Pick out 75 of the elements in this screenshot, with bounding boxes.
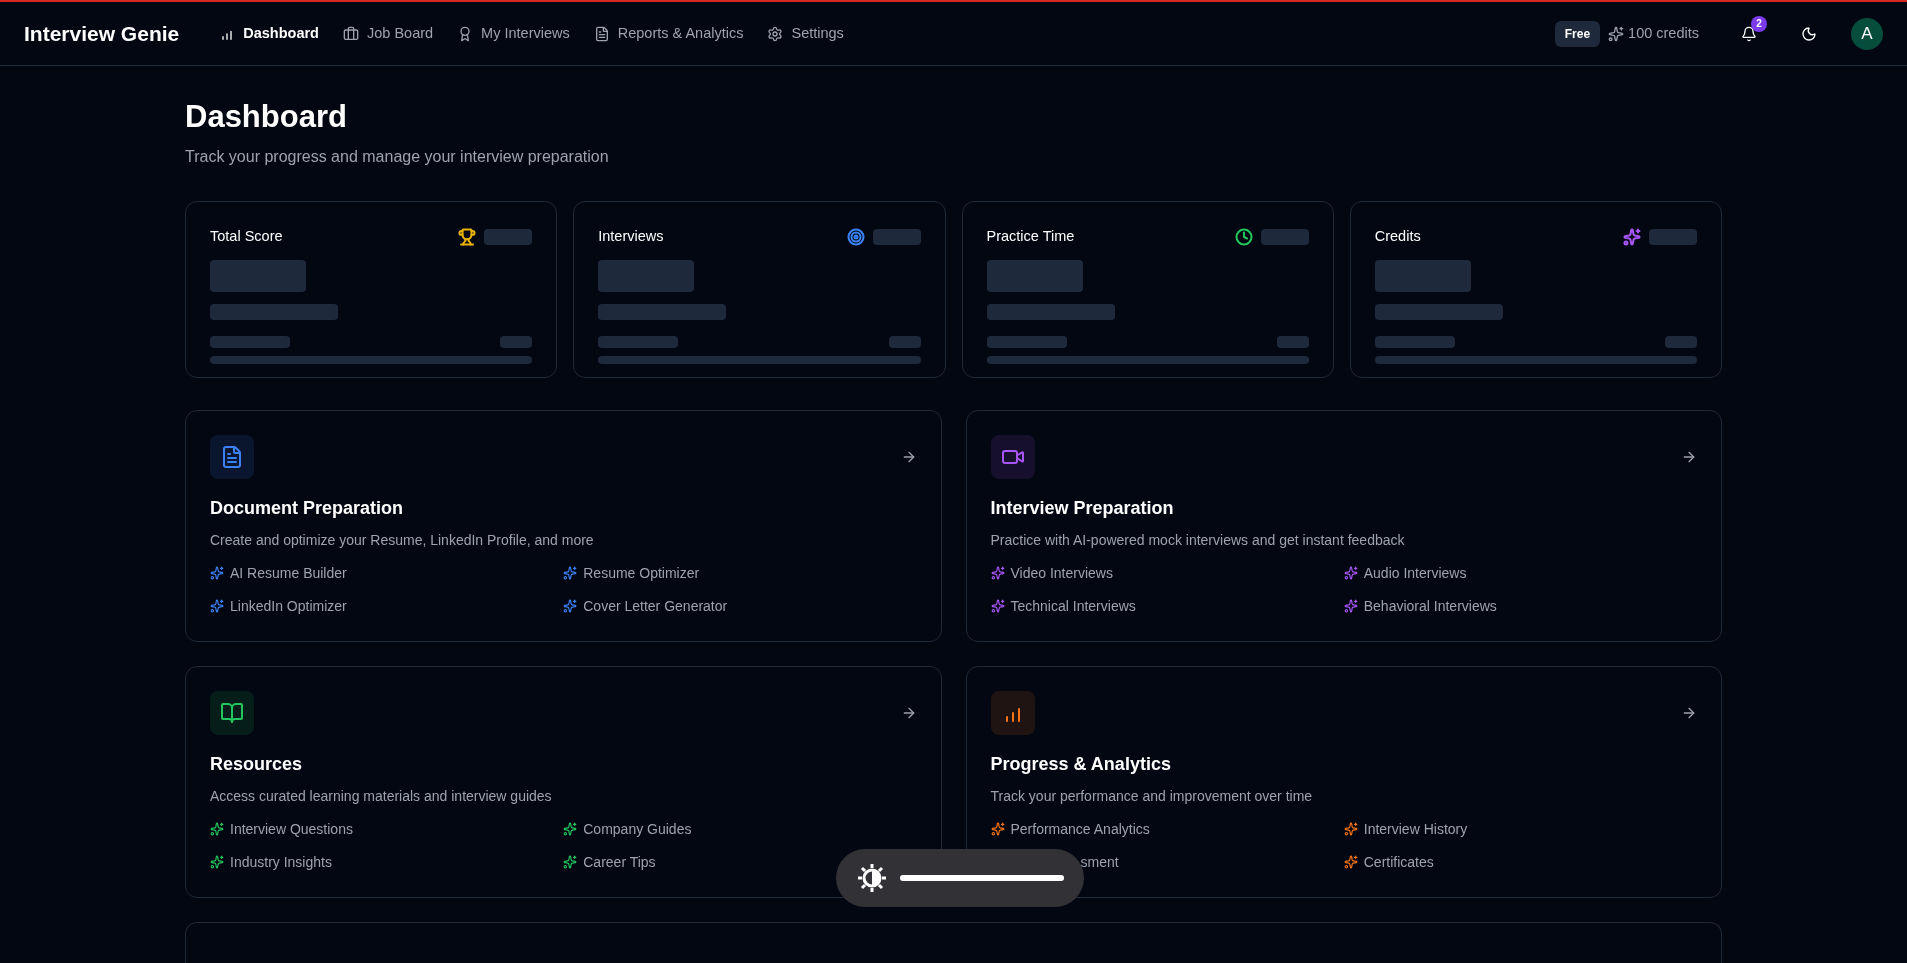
feature-card[interactable]: Document Preparation Create and optimize your Resume, LinkedIn Profile, and more AI Resume Builder Resume Optimizer LinkedIn Optimizer Cover Letter Generator [185, 409, 942, 642]
feature-link[interactable]: Cover Letter Generator [583, 595, 728, 617]
settings-icon [767, 25, 784, 42]
sparkle-icon [563, 566, 578, 581]
card-description: Create and optimize your Resume, LinkedIn Profile, and more [210, 530, 595, 550]
loading-placeholder [1665, 335, 1697, 348]
stat-label: Total Score [210, 226, 283, 246]
user-avatar[interactable]: A [1851, 17, 1883, 50]
feature-link[interactable]: Company Guides [583, 818, 692, 840]
sparkle-icon [1343, 855, 1358, 870]
feature-link[interactable]: LinkedIn Optimizer [230, 595, 347, 617]
loading-placeholder [484, 228, 533, 245]
notifications-button[interactable]: 2 [1731, 15, 1767, 52]
bell-icon [1741, 25, 1757, 42]
card-title: Resources [210, 752, 304, 776]
feature-card[interactable]: Progress & Analytics Track your performance and improvement over time Performance Analytics Interview History sment Certificates [965, 665, 1722, 898]
document-icon [593, 25, 610, 42]
notification-count: 2 [1751, 15, 1767, 32]
feature-link[interactable]: Resume Optimizer [583, 562, 700, 584]
feature-link[interactable]: Certificates [1363, 851, 1434, 873]
loading-placeholder [1276, 335, 1309, 348]
feature-link[interactable]: Interview History [1363, 818, 1468, 840]
card-title: Interview Preparation [990, 496, 1175, 520]
feature-link[interactable]: Video Interviews [1010, 562, 1113, 584]
stat-label: Practice Time [986, 226, 1075, 246]
sparkle-icon [210, 855, 224, 870]
brightness-icon [856, 862, 888, 894]
stat-label: Credits [1374, 226, 1421, 246]
sparkle-icon [563, 822, 578, 837]
feature-link[interactable]: Career Tips [583, 851, 656, 873]
sparkle-icon [210, 822, 224, 837]
feature-link[interactable]: Audio Interviews [1363, 562, 1467, 584]
card-title: Document Preparation [210, 496, 405, 520]
sparkle-icon [1343, 566, 1358, 581]
loading-placeholder [888, 335, 921, 348]
sparkle-icon [990, 822, 1005, 837]
loading-placeholder [1649, 228, 1697, 245]
brightness-slider[interactable] [900, 875, 1064, 881]
sparkle-icon [1343, 822, 1358, 837]
sparkle-icon [210, 599, 224, 614]
nav-link[interactable]: My Interviews [457, 22, 570, 45]
nav-link[interactable]: Dashboard [219, 22, 319, 45]
card-description: Track your performance and improvement over time [990, 786, 1314, 806]
feature-link[interactable]: Interview Questions [230, 818, 353, 840]
feature-link[interactable]: Performance Analytics [1010, 818, 1150, 840]
loading-placeholder [500, 335, 533, 348]
moon-icon [1801, 25, 1817, 42]
feature-link[interactable]: AI Resume Builder [230, 562, 347, 584]
app-title: Interview Genie [24, 20, 180, 47]
sparkles-icon [1608, 25, 1625, 42]
sparkle-icon [990, 599, 1005, 614]
feature-card[interactable]: Interview Preparation Practice with AI-powered mock interviews and get instant feedback Video Interviews Audio Interviews Technical Interviews Behavioral Interviews [965, 409, 1722, 642]
sparkle-icon [210, 566, 224, 581]
stat-label: Interviews [598, 226, 664, 246]
credits-count: 100 credits [1628, 23, 1699, 43]
feature-link[interactable]: Behavioral Interviews [1363, 595, 1497, 617]
sparkle-icon [1343, 599, 1358, 614]
nav-link[interactable]: Job Board [343, 22, 434, 45]
card-description: Practice with AI-powered mock interviews and get instant feedback [990, 530, 1406, 550]
briefcase-icon [343, 25, 359, 42]
sparkle-icon [990, 566, 1005, 581]
page-subtitle: Track your progress and manage your interview preparation [185, 146, 610, 167]
feature-link[interactable]: Technical Interviews [1010, 595, 1136, 617]
sparkle-icon [563, 599, 578, 614]
nav-link[interactable]: Settings [767, 22, 844, 45]
plan-badge: Free [1554, 20, 1601, 47]
page-title: Dashboard [185, 98, 348, 136]
nav-link[interactable]: Reports & Analytics [593, 22, 744, 45]
feature-link[interactable]: sment [1080, 851, 1119, 873]
loading-placeholder [872, 228, 921, 245]
feature-link[interactable]: Industry Insights [230, 851, 332, 873]
loading-placeholder [1260, 228, 1309, 245]
card-title: Progress & Analytics [990, 752, 1172, 776]
card-description: Access curated learning materials and interview guides [210, 786, 553, 806]
sparkle-icon [563, 855, 578, 870]
